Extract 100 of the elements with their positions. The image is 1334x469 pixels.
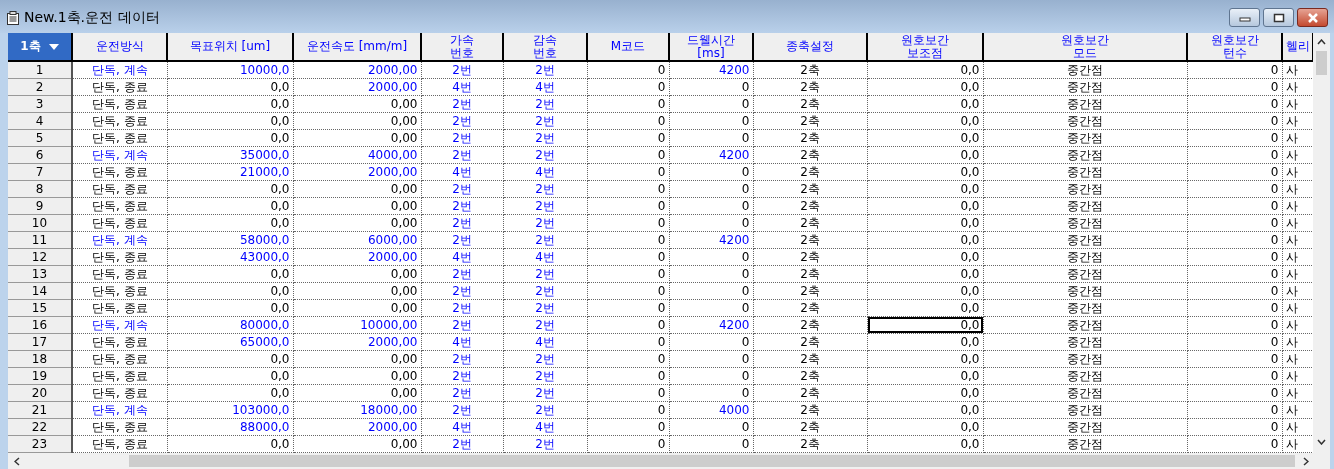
table-cell[interactable]: 0 (1187, 401, 1282, 419)
table-cell[interactable]: 단독, 계속 (72, 231, 167, 249)
table-cell[interactable]: 중간점 (983, 265, 1187, 283)
table-cell[interactable]: 0 (587, 112, 669, 130)
table-cell[interactable]: 0,00 (293, 112, 421, 130)
table-cell[interactable]: 0,0 (867, 78, 983, 96)
table-cell[interactable]: 2번 (421, 95, 503, 113)
table-cell[interactable]: 0 (1187, 180, 1282, 198)
table-cell[interactable]: 2축 (753, 316, 867, 334)
table-cell[interactable]: 중간점 (983, 163, 1187, 181)
table-cell[interactable]: 2축 (753, 418, 867, 436)
table-cell[interactable]: 0 (669, 418, 753, 436)
table-cell[interactable]: 2축 (753, 367, 867, 385)
table-cell[interactable]: 2번 (503, 384, 587, 402)
table-cell[interactable]: 2번 (503, 265, 587, 283)
table-cell[interactable]: 0,00 (293, 350, 421, 368)
column-header[interactable]: 종축설정 (753, 33, 867, 61)
table-cell[interactable]: 단독, 종료 (72, 418, 167, 436)
column-header[interactable]: 헬리 (1282, 33, 1313, 61)
table-cell[interactable]: 중간점 (983, 129, 1187, 147)
table-cell[interactable]: 2축 (753, 197, 867, 215)
table-cell[interactable]: 2번 (421, 435, 503, 453)
table-cell[interactable]: 0 (587, 78, 669, 96)
table-cell[interactable]: 10000,0 (167, 61, 293, 79)
table-cell[interactable]: 단독, 종료 (72, 112, 167, 130)
table-cell[interactable]: 0,0 (867, 146, 983, 164)
scroll-thumb[interactable] (1316, 51, 1327, 75)
table-cell[interactable]: 중간점 (983, 333, 1187, 351)
table-cell[interactable]: 2번 (503, 197, 587, 215)
table-cell[interactable]: 0 (587, 248, 669, 266)
table-cell[interactable]: 2축 (753, 401, 867, 419)
table-cell[interactable]: 0 (587, 163, 669, 181)
table-cell[interactable]: 0,0 (167, 180, 293, 198)
table-cell[interactable]: 0 (587, 418, 669, 436)
table-cell[interactable]: 2번 (421, 231, 503, 249)
table-cell[interactable]: 2번 (421, 146, 503, 164)
table-cell[interactable]: 4번 (503, 248, 587, 266)
table-cell[interactable]: 2번 (421, 129, 503, 147)
table-cell[interactable]: 0,0 (867, 163, 983, 181)
table-cell[interactable]: 0,0 (867, 333, 983, 351)
table-cell[interactable]: 4번 (503, 78, 587, 96)
table-cell[interactable]: 단독, 계속 (72, 61, 167, 79)
table-cell[interactable]: 0 (1187, 367, 1282, 385)
table-cell[interactable]: 4번 (503, 163, 587, 181)
table-cell[interactable]: 2축 (753, 61, 867, 79)
table-cell[interactable]: 6000,00 (293, 231, 421, 249)
table-cell[interactable]: 0,0 (867, 384, 983, 402)
table-cell[interactable]: 0,0 (867, 197, 983, 215)
table-cell[interactable]: 0 (587, 214, 669, 232)
table-cell[interactable]: 0 (669, 78, 753, 96)
table-cell[interactable]: 0,0 (867, 282, 983, 300)
table-cell[interactable]: 2축 (753, 112, 867, 130)
table-cell[interactable]: 2번 (503, 299, 587, 317)
table-cell[interactable]: 0,0 (167, 95, 293, 113)
table-cell[interactable]: 단독, 종료 (72, 197, 167, 215)
table-cell[interactable]: 중간점 (983, 350, 1187, 368)
table-cell[interactable]: 2000,00 (293, 78, 421, 96)
table-cell[interactable]: 2번 (421, 401, 503, 419)
table-cell[interactable]: 0 (669, 282, 753, 300)
table-cell[interactable]: 2축 (753, 248, 867, 266)
table-cell[interactable]: 0 (1187, 316, 1282, 334)
table-cell[interactable]: 4200 (669, 61, 753, 79)
table-cell[interactable]: 단독, 종료 (72, 78, 167, 96)
table-cell[interactable]: 단독, 종료 (72, 129, 167, 147)
table-cell[interactable]: 58000,0 (167, 231, 293, 249)
table-cell[interactable]: 0,00 (293, 95, 421, 113)
table-cell[interactable]: 2번 (503, 231, 587, 249)
table-cell[interactable]: 중간점 (983, 435, 1187, 453)
column-header[interactable]: M코드 (587, 33, 669, 61)
table-cell[interactable]: 0,0 (167, 367, 293, 385)
table-cell[interactable]: 단독, 종료 (72, 384, 167, 402)
table-cell[interactable]: 65000,0 (167, 333, 293, 351)
table-cell[interactable]: 2번 (503, 180, 587, 198)
table-cell[interactable]: 0 (1187, 163, 1282, 181)
table-cell[interactable]: 0 (1187, 95, 1282, 113)
column-header[interactable]: 원호보간 모드 (983, 33, 1187, 61)
table-cell[interactable]: 0,0 (867, 418, 983, 436)
table-cell[interactable]: 0,00 (293, 129, 421, 147)
table-cell[interactable]: 4200 (669, 231, 753, 249)
table-cell[interactable]: 2번 (503, 61, 587, 79)
column-header[interactable]: 가속 번호 (421, 33, 503, 61)
table-cell[interactable]: 0,0 (867, 265, 983, 283)
table-cell[interactable]: 2축 (753, 282, 867, 300)
table-cell[interactable]: 2축 (753, 384, 867, 402)
table-cell[interactable]: 4번 (421, 163, 503, 181)
table-cell[interactable]: 0 (669, 112, 753, 130)
table-cell[interactable]: 단독, 종료 (72, 95, 167, 113)
table-cell[interactable]: 0,0 (867, 299, 983, 317)
table-cell[interactable]: 0 (669, 95, 753, 113)
table-cell[interactable]: 35000,0 (167, 146, 293, 164)
scroll-right-icon[interactable] (1303, 456, 1309, 466)
table-cell[interactable]: 0,00 (293, 214, 421, 232)
table-cell[interactable]: 중간점 (983, 367, 1187, 385)
table-cell[interactable]: 0,0 (867, 401, 983, 419)
table-cell[interactable]: 2번 (421, 214, 503, 232)
table-cell[interactable]: 4번 (421, 333, 503, 351)
table-cell[interactable]: 0 (587, 350, 669, 368)
table-cell[interactable]: 0,0 (867, 231, 983, 249)
table-cell[interactable]: 0 (669, 367, 753, 385)
table-cell[interactable]: 4번 (421, 418, 503, 436)
